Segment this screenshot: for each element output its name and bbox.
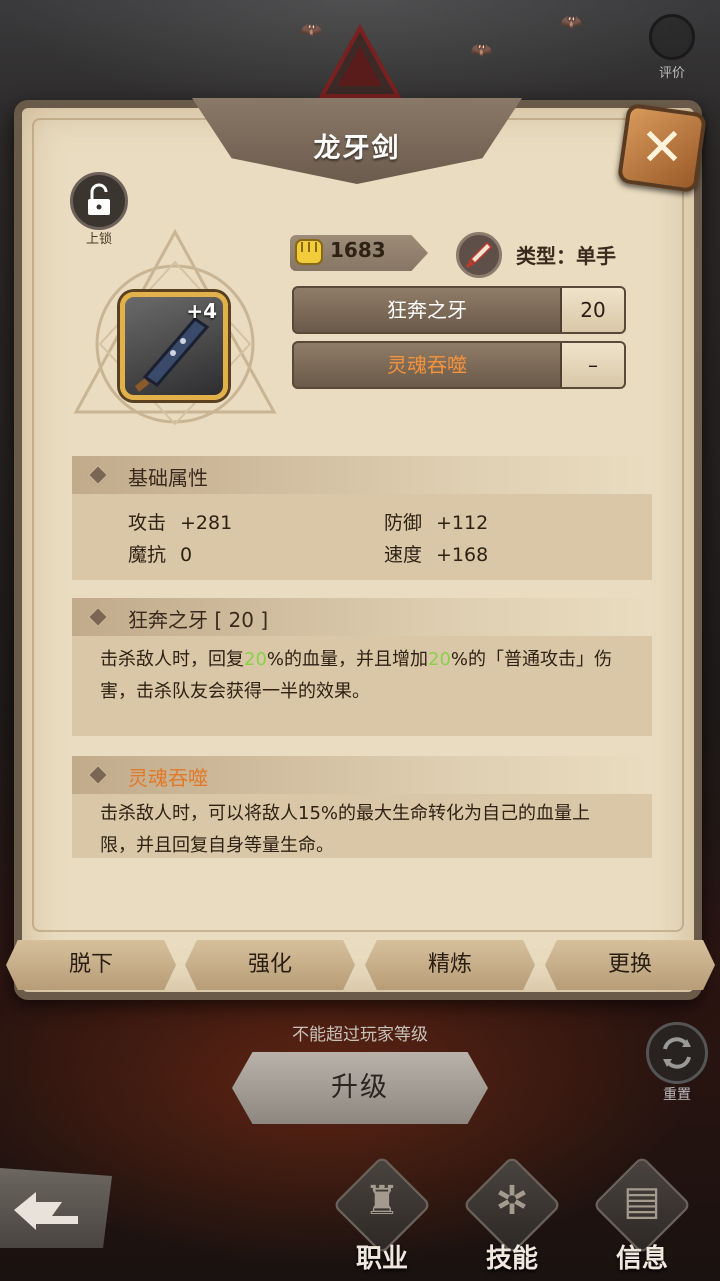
item-title: 龙牙剑 [313, 133, 401, 164]
document-icon: ▤ [623, 1178, 661, 1224]
base-stats-body [72, 494, 652, 580]
reset-label: 重置 [663, 1087, 691, 1103]
replace-button[interactable]: 更换 [545, 940, 715, 990]
stat-value: 0 [180, 544, 193, 566]
power-value: 1683 [330, 238, 386, 262]
rate-icon [649, 14, 695, 60]
section-title: 基础属性 [128, 466, 208, 490]
sword-type-icon [456, 232, 502, 278]
skill-rune-icon: ✲ [495, 1178, 529, 1224]
diamond-icon [86, 763, 110, 787]
chess-piece-icon: ♜ [364, 1178, 400, 1224]
diamond-icon [86, 605, 110, 629]
highlight-value: 20 [244, 649, 267, 670]
nav-info[interactable]: ▤ 信息 [588, 1155, 696, 1281]
nav-label: 技能 [485, 1244, 538, 1274]
skill2-header: 灵魂吞噬 [72, 756, 652, 794]
bat-icon: 🦇 [470, 40, 493, 61]
refresh-icon [646, 1022, 708, 1084]
item-slot[interactable]: +4 [120, 292, 228, 400]
back-arrow-icon [14, 1192, 78, 1230]
bat-icon: 🦇 [560, 12, 583, 33]
close-button[interactable]: ✕ [616, 102, 708, 194]
base-stats-header: 基础属性 [72, 456, 652, 494]
stat-label: 魔抗 [128, 544, 167, 566]
fist-icon [290, 232, 330, 272]
stat-label: 速度 [384, 544, 423, 566]
upgrade-button[interactable]: 升级 [232, 1052, 488, 1124]
skill1-header: 狂奔之牙 [ 20 ] [72, 598, 652, 636]
stat-value: +281 [180, 512, 233, 534]
section-title: 狂奔之牙 [ 20 ] [128, 608, 269, 632]
section-title: 灵魂吞噬 [128, 766, 208, 790]
skill-row-2[interactable]: 灵魂吞噬 – [292, 341, 626, 389]
rate-button[interactable]: 评价 [646, 14, 698, 81]
skill-level: 20 [562, 288, 624, 332]
stat-attack: 攻击 +281 [128, 508, 232, 535]
refine-button[interactable]: 精炼 [365, 940, 535, 990]
enhance-button[interactable]: 强化 [185, 940, 355, 990]
top-emblem-icon [318, 23, 402, 100]
skill-level: – [562, 343, 624, 387]
stat-value: +112 [436, 512, 489, 534]
highlight-value: 20 [428, 649, 451, 670]
enhance-level: +4 [186, 299, 217, 323]
stat-value: +168 [436, 544, 489, 566]
stat-speed: 速度 +168 [384, 540, 488, 567]
skill2-description: 击杀敌人时，可以将敌人15%的最大生命转化为自己的血量上限，并且回复自身等量生命… [100, 803, 591, 856]
nav-skills[interactable]: ✲ 技能 [458, 1155, 566, 1281]
skill-name: 灵魂吞噬 [294, 343, 562, 387]
nav-class[interactable]: ♜ 职业 [328, 1155, 436, 1281]
stat-label: 攻击 [128, 512, 167, 534]
stat-defense: 防御 +112 [384, 508, 488, 535]
rate-label: 评价 [658, 66, 685, 81]
level-limit-note: 不能超过玩家等级 [292, 1025, 428, 1045]
reset-button[interactable]: 重置 [642, 1022, 712, 1104]
skill1-description: 击杀敌人时，回复20%的血量，并且增加20%的「普通攻击」伤害，击杀队友会获得一… [100, 649, 613, 702]
nav-label: 职业 [355, 1244, 408, 1274]
stat-label: 防御 [384, 512, 423, 534]
unequip-button[interactable]: 脱下 [6, 940, 176, 990]
weapon-type: 类型：单手 [516, 244, 616, 268]
nav-label: 信息 [615, 1244, 668, 1274]
lock-icon [70, 172, 128, 230]
skill-row-1[interactable]: 狂奔之牙 20 [292, 286, 626, 334]
back-button[interactable] [0, 1168, 112, 1248]
stat-magic-resist: 魔抗 0 [128, 540, 192, 567]
diamond-icon [86, 463, 110, 487]
skill-name: 狂奔之牙 [294, 288, 562, 332]
close-icon: ✕ [640, 118, 684, 178]
